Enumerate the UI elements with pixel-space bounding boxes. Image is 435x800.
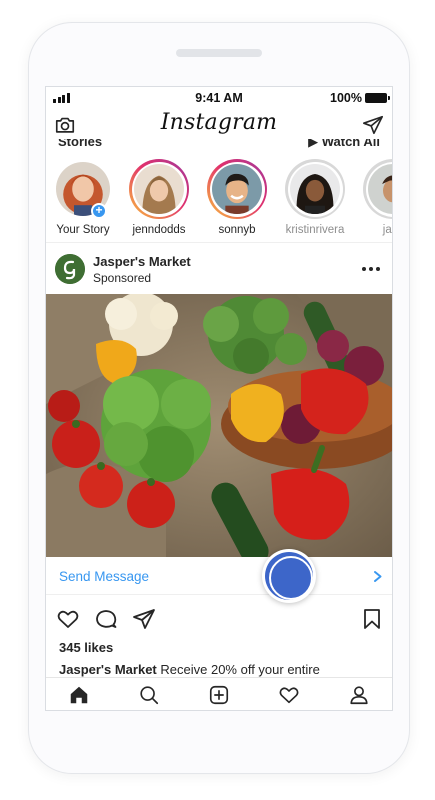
- caption-text: Receive 20% off your entire: [160, 662, 320, 677]
- sponsored-label: Sponsored: [93, 271, 152, 285]
- direct-send-icon[interactable]: [362, 114, 384, 136]
- post-image[interactable]: [46, 294, 392, 557]
- jaspers-market-logo-icon: [55, 254, 85, 284]
- phone-speaker: [176, 49, 262, 57]
- avatar: [290, 164, 340, 214]
- save-bookmark-icon[interactable]: [360, 607, 384, 631]
- vegetables-photo: [46, 294, 392, 557]
- add-story-icon[interactable]: +: [91, 203, 107, 219]
- status-bar: 9:41 AM 100%: [46, 87, 392, 109]
- post-caption: Jasper's Market Receive 20% off your ent…: [59, 662, 389, 677]
- stories-label: Stories: [58, 139, 103, 149]
- search-icon[interactable]: [138, 684, 160, 706]
- home-icon[interactable]: [68, 684, 90, 706]
- story-jack[interactable]: jack: [357, 159, 392, 236]
- story-label: Your Story: [56, 224, 110, 236]
- post-account-name[interactable]: Jasper's Market: [93, 254, 191, 269]
- story-label: jenndodds: [132, 224, 186, 236]
- story-label: jack: [382, 224, 392, 236]
- avatar: [368, 164, 392, 214]
- new-post-icon[interactable]: [208, 684, 230, 706]
- avatar: [212, 164, 262, 214]
- caption-username[interactable]: Jasper's Market: [59, 662, 157, 677]
- record-button[interactable]: [262, 549, 316, 603]
- chevron-right-icon: [374, 571, 382, 582]
- send-message-cta[interactable]: Send Message: [46, 557, 392, 595]
- post-header: Jasper's Market Sponsored: [46, 244, 392, 294]
- watch-all-link[interactable]: ▶ Watch All: [308, 139, 380, 150]
- story-your-story[interactable]: + Your Story: [47, 159, 119, 236]
- battery-percent: 100%: [330, 91, 362, 105]
- story-sonnyb[interactable]: sonnyb: [201, 159, 273, 236]
- like-heart-icon[interactable]: [56, 607, 80, 631]
- post-actions: [46, 602, 392, 638]
- bottom-tab-bar: [46, 677, 392, 710]
- activity-heart-icon[interactable]: [278, 684, 300, 706]
- brand-avatar[interactable]: [55, 254, 85, 284]
- avatar: [134, 164, 184, 214]
- comment-icon[interactable]: [94, 607, 118, 631]
- story-kristinrivera[interactable]: kristinrivera: [279, 159, 351, 236]
- likes-count[interactable]: 345 likes: [59, 640, 113, 655]
- profile-icon[interactable]: [348, 684, 370, 706]
- app-screen: 9:41 AM 100% Instagram Stories ▶ Watch A…: [45, 86, 393, 711]
- story-label: kristinrivera: [285, 224, 345, 236]
- story-label: sonnyb: [218, 224, 256, 236]
- stories-tray: + Your Story jenndodds sonnyb kristinriv…: [46, 151, 392, 243]
- app-title: Instagram: [160, 110, 278, 135]
- more-options-icon[interactable]: [358, 259, 384, 279]
- send-message-label: Send Message: [59, 569, 150, 584]
- story-jenndodds[interactable]: jenndodds: [123, 159, 195, 236]
- stories-header: Stories ▶ Watch All: [46, 139, 392, 150]
- battery-icon: [365, 93, 390, 103]
- app-header: Instagram: [46, 109, 392, 141]
- share-icon[interactable]: [132, 607, 156, 631]
